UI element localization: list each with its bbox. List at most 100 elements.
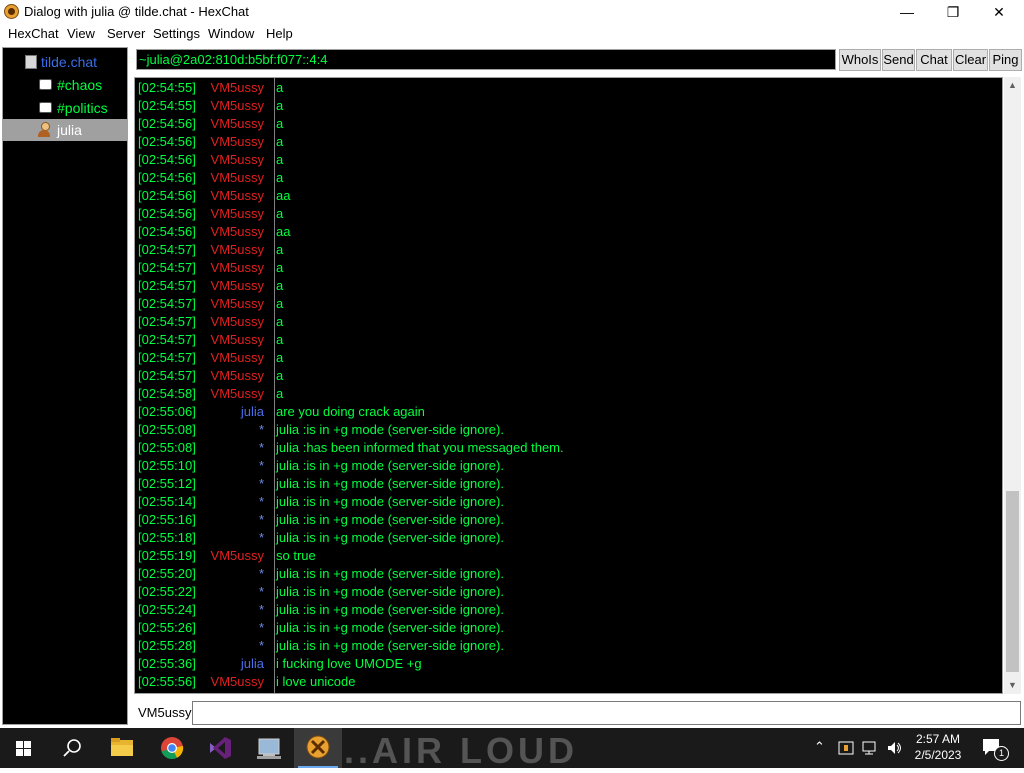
maximize-button[interactable]: ❐ (930, 0, 976, 24)
action-center-button[interactable]: 1 (980, 736, 1009, 761)
timestamp: [02:54:57] (138, 332, 196, 347)
clock-date[interactable]: 2/5/2023 (910, 748, 966, 762)
menu-server[interactable]: Server (107, 26, 145, 41)
timestamp: [02:55:20] (138, 566, 196, 581)
clear-button[interactable]: Clear (953, 49, 988, 71)
chat-button[interactable]: Chat (916, 49, 952, 71)
ping-button[interactable]: Ping (989, 49, 1022, 71)
scroll-down-arrow-icon[interactable]: ▼ (1004, 677, 1021, 694)
message-text: a (276, 170, 284, 185)
chat-scrollbar[interactable]: ▲ ▼ (1004, 77, 1021, 694)
start-button[interactable] (0, 728, 48, 768)
nickname[interactable]: VM5ussy (211, 673, 264, 691)
nickname[interactable]: VM5ussy (211, 241, 264, 259)
network-icon[interactable] (862, 740, 880, 756)
nick-button[interactable]: VM5ussy (134, 700, 191, 726)
nickname[interactable]: julia (241, 655, 264, 673)
menu-window[interactable]: Window (208, 26, 254, 41)
close-button[interactable]: ✕ (976, 0, 1022, 24)
taskbar-control-panel[interactable] (245, 728, 293, 768)
search-button[interactable] (48, 728, 96, 768)
security-center-icon[interactable] (838, 740, 854, 756)
nickname[interactable]: * (259, 421, 264, 439)
message-text: a (276, 278, 284, 293)
chat-log[interactable]: [02:54:55] VM5ussy a [02:54:55] VM5ussy a [02:… (134, 77, 1003, 694)
taskbar-file-explorer[interactable] (98, 728, 146, 768)
scroll-thumb[interactable] (1006, 491, 1019, 672)
nickname[interactable]: VM5ussy (211, 331, 264, 349)
chat-line: [02:55:22] * julia :is in +g mode (server-… (135, 583, 995, 601)
nickname[interactable]: VM5ussy (211, 133, 264, 151)
timestamp: [02:54:57] (138, 368, 196, 383)
nickname[interactable]: * (259, 565, 264, 583)
timestamp: [02:54:56] (138, 188, 196, 203)
nickname[interactable]: VM5ussy (211, 223, 264, 241)
minimize-button[interactable]: — (884, 0, 930, 24)
send-button[interactable]: Send (882, 49, 915, 71)
wallpaper-text: ...AIR LOUD (330, 730, 578, 768)
chat-line: [02:55:18] * julia :is in +g mode (server-… (135, 529, 995, 547)
nickname[interactable]: * (259, 439, 264, 457)
nickname[interactable]: VM5ussy (211, 187, 264, 205)
nickname[interactable]: VM5ussy (211, 385, 264, 403)
topic-bar[interactable]: ~julia@2a02:810d:b5bf:f077::4:4 (136, 49, 836, 70)
whois-button[interactable]: WhoIs (839, 49, 881, 71)
nickname[interactable]: * (259, 637, 264, 655)
nickname[interactable]: VM5ussy (211, 547, 264, 565)
nickname[interactable]: * (259, 583, 264, 601)
menu-view[interactable]: View (67, 26, 95, 41)
tree-item-politics[interactable]: #politics (3, 97, 127, 119)
nickname[interactable]: VM5ussy (211, 277, 264, 295)
nickname[interactable]: julia (241, 403, 264, 421)
timestamp: [02:54:57] (138, 296, 196, 311)
title-bar: Dialog with julia @ tilde.chat - HexChat… (0, 0, 1024, 24)
nickname[interactable]: VM5ussy (211, 169, 264, 187)
nickname[interactable]: * (259, 619, 264, 637)
timestamp: [02:54:57] (138, 242, 196, 257)
nickname[interactable]: VM5ussy (211, 151, 264, 169)
channel-icon (39, 102, 52, 113)
nickname[interactable]: * (259, 493, 264, 511)
message-input[interactable] (192, 701, 1021, 725)
show-hidden-icons-icon[interactable]: ⌃ (814, 739, 825, 755)
message-text: julia :is in +g mode (server-side ignore… (276, 638, 504, 653)
clock-time[interactable]: 2:57 AM (910, 732, 966, 746)
nickname[interactable]: VM5ussy (211, 313, 264, 331)
chat-line: [02:55:08] * julia :has been informed that… (135, 439, 995, 457)
nickname[interactable]: VM5ussy (211, 295, 264, 313)
nickname[interactable]: VM5ussy (211, 115, 264, 133)
taskbar-visual-studio[interactable] (196, 728, 244, 768)
nickname[interactable]: * (259, 601, 264, 619)
chat-line: [02:55:08] * julia :is in +g mode (server-… (135, 421, 995, 439)
menu-hexchat[interactable]: HexChat (8, 26, 59, 41)
scroll-up-arrow-icon[interactable]: ▲ (1004, 77, 1021, 94)
chat-line: [02:54:57] VM5ussy a (135, 367, 995, 385)
nickname[interactable]: VM5ussy (211, 367, 264, 385)
message-text: aa (276, 224, 291, 239)
nickname[interactable]: VM5ussy (211, 349, 264, 367)
tree-item-server[interactable]: tilde.chat (3, 51, 127, 73)
nickname[interactable]: VM5ussy (211, 79, 264, 97)
tree-item-chaos[interactable]: #chaos (3, 74, 127, 96)
nickname[interactable]: VM5ussy (211, 205, 264, 223)
menu-settings[interactable]: Settings (153, 26, 200, 41)
menu-help[interactable]: Help (266, 26, 293, 41)
timestamp: [02:54:56] (138, 224, 196, 239)
nickname[interactable]: VM5ussy (211, 259, 264, 277)
message-text: a (276, 134, 284, 149)
nickname[interactable]: VM5ussy (211, 97, 264, 115)
tree-item-julia[interactable]: julia (3, 119, 127, 141)
nickname[interactable]: * (259, 457, 264, 475)
volume-icon[interactable] (886, 740, 904, 756)
timestamp: [02:54:56] (138, 170, 196, 185)
taskbar-hexchat[interactable] (294, 728, 342, 768)
nickname[interactable]: * (259, 475, 264, 493)
message-text: julia :is in +g mode (server-side ignore… (276, 422, 504, 437)
nickname[interactable]: * (259, 511, 264, 529)
taskbar-chrome[interactable] (148, 728, 196, 768)
nickname[interactable]: * (259, 529, 264, 547)
chat-line: [02:55:56] VM5ussy i love unicode (135, 673, 995, 691)
timestamp: [02:55:08] (138, 422, 196, 437)
chat-line: [02:55:14] * julia :is in +g mode (server-… (135, 493, 995, 511)
chat-line: [02:55:19] VM5ussy so true (135, 547, 995, 565)
